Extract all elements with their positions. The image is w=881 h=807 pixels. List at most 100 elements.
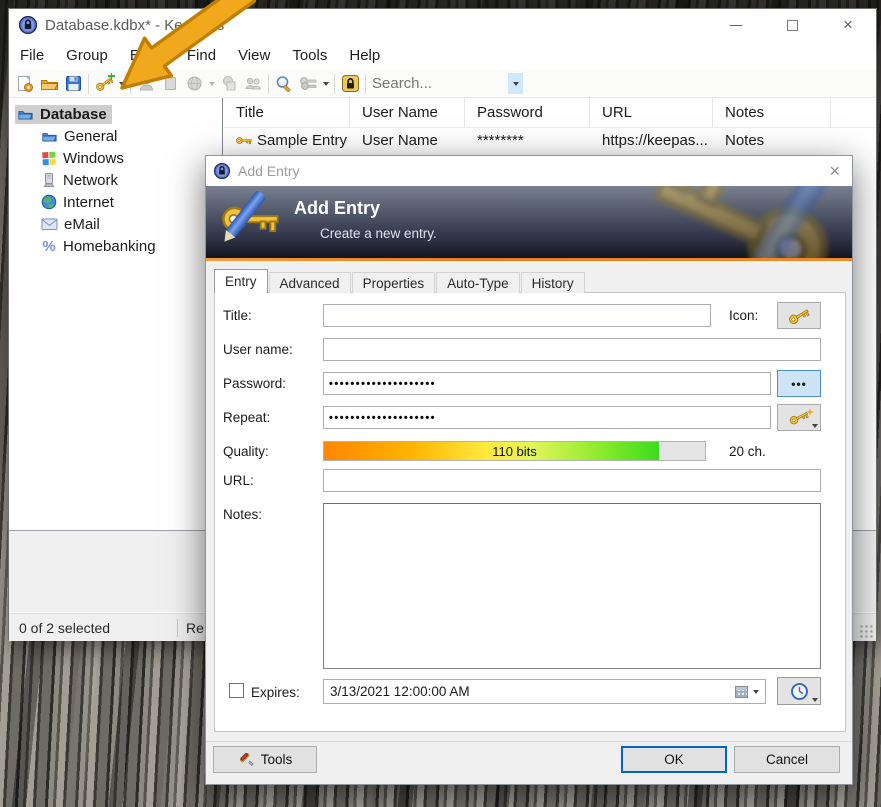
show-entries-button[interactable] (296, 72, 320, 96)
banner-subtitle: Create a new entry. (320, 226, 437, 241)
column-header-title[interactable]: Title (224, 98, 350, 127)
dots-icon: ••• (791, 377, 807, 391)
windows-logo-icon (41, 150, 57, 166)
tree-item-windows[interactable]: Windows (9, 147, 222, 169)
column-header-notes[interactable]: Notes (713, 98, 831, 127)
maximize-button[interactable] (764, 9, 820, 41)
banner-title: Add Entry (294, 198, 380, 219)
tab-autotype[interactable]: Auto-Type (436, 272, 520, 293)
repeat-label: Repeat: (223, 410, 270, 425)
sparkle-icon (806, 408, 814, 416)
menu-file[interactable]: File (9, 43, 55, 68)
quality-bits-text: 110 bits (324, 442, 705, 460)
expiry-presets-button[interactable] (777, 677, 821, 705)
window-title: Database.kdbx* - KeePass (45, 17, 224, 34)
icon-label: Icon: (729, 308, 758, 323)
autotype-button[interactable] (241, 72, 265, 96)
tools-icon (238, 751, 255, 768)
copy-icon (221, 75, 238, 92)
close-button[interactable]: × (820, 9, 876, 41)
entry-url: https://keepas... (602, 132, 708, 149)
banner-accent-line (206, 258, 852, 261)
toolbar (9, 70, 876, 98)
menu-view[interactable]: View (227, 43, 281, 68)
edit-entry-button[interactable] (134, 72, 158, 96)
save-button[interactable] (61, 72, 85, 96)
entry-row-sample[interactable]: Sample Entry User Name ******** https://… (224, 128, 876, 152)
dialog-tabs: Entry Advanced Properties Auto-Type Hist… (214, 269, 586, 293)
add-entry-dropdown[interactable] (116, 72, 127, 96)
expires-checkbox[interactable] (229, 683, 244, 698)
chevron-down-icon (119, 82, 125, 86)
tools-button[interactable]: Tools (213, 746, 317, 773)
cancel-button[interactable]: Cancel (734, 746, 840, 773)
url-input[interactable] (323, 469, 821, 492)
dialog-title: Add Entry (238, 163, 299, 179)
find-button[interactable] (272, 72, 296, 96)
tree-item-homebanking[interactable]: % Homebanking (9, 235, 222, 257)
open-url-dropdown[interactable] (206, 72, 217, 96)
folder-icon (17, 107, 34, 122)
magnifier-icon (275, 75, 293, 93)
show-password-button[interactable]: ••• (777, 370, 821, 397)
dialog-titlebar[interactable]: Add Entry × (206, 156, 852, 186)
lock-workspace-button[interactable] (338, 72, 362, 96)
column-header-password[interactable]: Password (465, 98, 590, 127)
menu-find[interactable]: Find (176, 43, 227, 68)
column-header-username[interactable]: User Name (350, 98, 465, 127)
repeat-input[interactable] (323, 406, 771, 429)
column-header-url[interactable]: URL (590, 98, 713, 127)
new-database-button[interactable] (13, 72, 37, 96)
tree-item-general[interactable]: General (9, 125, 222, 147)
username-input[interactable] (323, 338, 821, 361)
tab-entry[interactable]: Entry (214, 269, 268, 293)
icon-picker-button[interactable] (777, 302, 821, 329)
search-dropdown-button[interactable] (508, 73, 523, 94)
quality-bar: 110 bits (323, 441, 706, 461)
tree-item-database[interactable]: Database (9, 103, 222, 125)
tree-item-internet[interactable]: Internet (9, 191, 222, 213)
menu-group[interactable]: Group (55, 43, 119, 68)
banner-key-icon (222, 196, 280, 245)
generate-password-button[interactable] (777, 404, 821, 431)
password-input[interactable] (323, 372, 771, 395)
add-entry-button[interactable] (92, 72, 116, 96)
search-input[interactable] (372, 73, 500, 95)
duplicate-entry-button[interactable] (158, 72, 182, 96)
tree-label: Database (40, 106, 107, 123)
main-titlebar[interactable]: Database.kdbx* - KeePass × (9, 9, 876, 41)
menu-help[interactable]: Help (338, 43, 391, 68)
minimize-button[interactable] (708, 9, 764, 41)
entry-password: ******** (477, 132, 524, 149)
dialog-separator (206, 741, 852, 742)
copy-button[interactable] (217, 72, 241, 96)
tree-item-email[interactable]: eMail (9, 213, 222, 235)
open-database-button[interactable] (37, 72, 61, 96)
tab-advanced[interactable]: Advanced (269, 272, 351, 293)
open-url-button[interactable] (182, 72, 206, 96)
password-label: Password: (223, 376, 286, 391)
resize-grip[interactable] (860, 625, 874, 639)
entry-title: Sample Entry (257, 132, 347, 149)
globe-icon (186, 75, 203, 92)
title-input[interactable] (323, 304, 711, 327)
clock-icon (790, 682, 809, 701)
tab-properties[interactable]: Properties (352, 272, 436, 293)
open-folder-icon (40, 75, 59, 93)
menu-tools[interactable]: Tools (281, 43, 338, 68)
ok-button[interactable]: OK (621, 746, 727, 773)
dialog-close-button[interactable]: × (829, 161, 840, 182)
quality-label: Quality: (223, 444, 269, 459)
tree-label: eMail (64, 216, 100, 233)
toolbar-separator (268, 74, 269, 94)
expires-date-value: 3/13/2021 12:00:00 AM (330, 684, 470, 699)
menu-entry[interactable]: Entry (119, 43, 176, 68)
tab-history[interactable]: History (521, 272, 585, 293)
expires-date-field[interactable]: 3/13/2021 12:00:00 AM (323, 679, 766, 704)
tree-item-network[interactable]: Network (9, 169, 222, 191)
notes-textarea[interactable] (323, 503, 821, 669)
status-ready: Re (186, 620, 204, 636)
notes-label: Notes: (223, 507, 262, 522)
show-entries-dropdown[interactable] (320, 72, 331, 96)
chevron-down-icon (209, 82, 215, 86)
